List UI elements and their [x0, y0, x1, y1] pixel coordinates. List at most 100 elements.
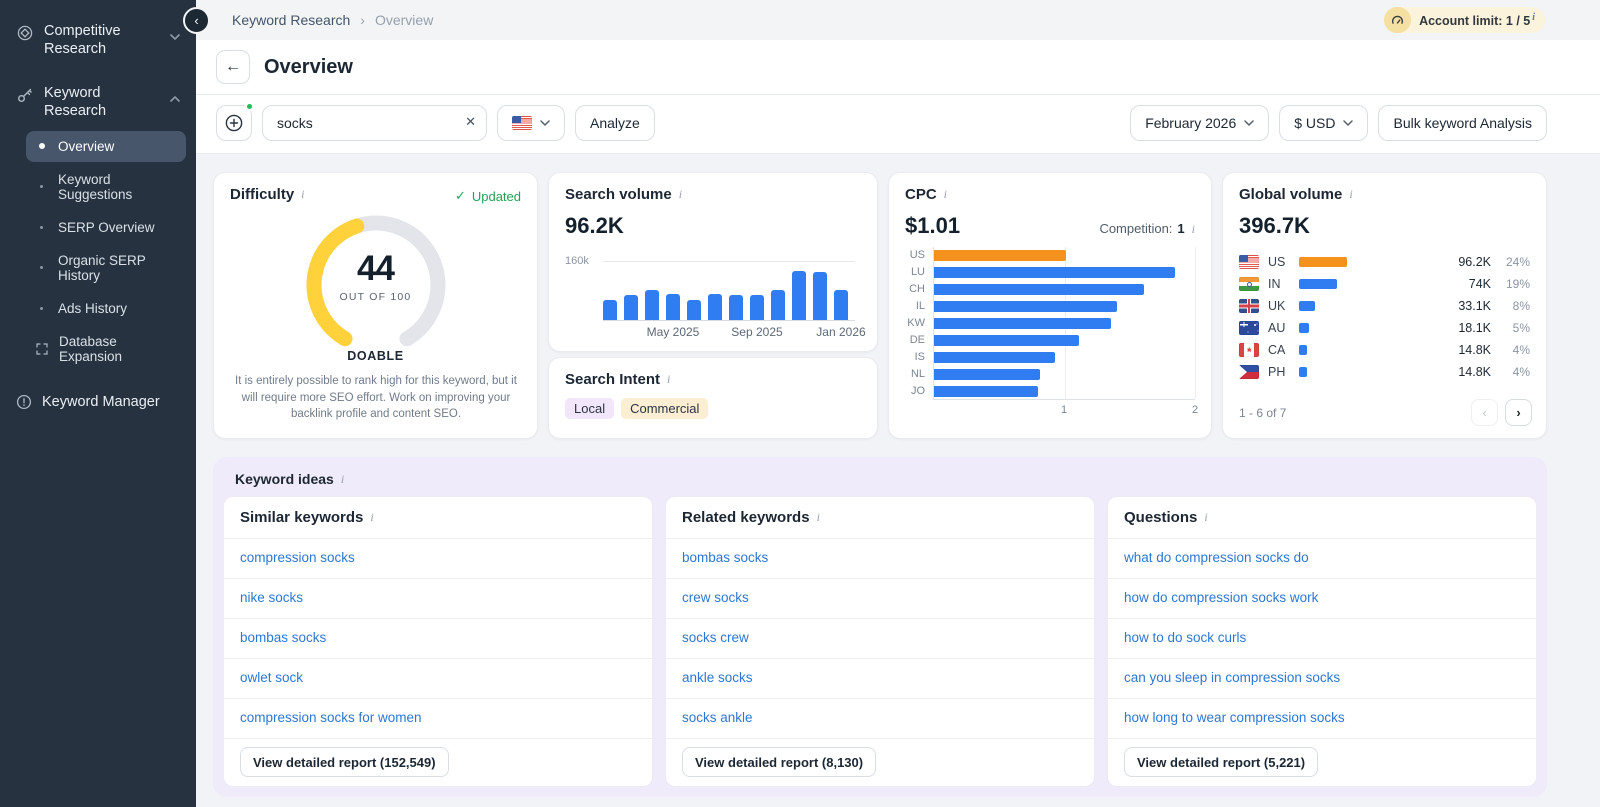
volume-bar — [750, 295, 764, 320]
cpc-title: CPC i — [905, 186, 948, 203]
info-icon[interactable]: i — [667, 372, 670, 387]
sidebar-item-competitive-research[interactable]: Competitive Research — [10, 14, 186, 66]
keyword-link[interactable]: how to do sock curls — [1124, 630, 1246, 645]
country-volume: 14.8K — [1458, 343, 1491, 357]
keyword-input[interactable] — [262, 105, 487, 141]
uk-flag-icon — [1239, 299, 1259, 313]
difficulty-outof: OUT OF 100 — [339, 291, 412, 303]
sidebar-item-label: Keyword Manager — [42, 393, 160, 410]
toolbar: ✕ Analyze February 2026 $ USD — [196, 95, 1600, 153]
keyword-link[interactable]: owlet sock — [240, 670, 303, 685]
volume-bar — [603, 300, 617, 320]
account-limit-text: Account limit: 1 / 5i — [1419, 11, 1535, 29]
view-report-button[interactable]: View detailed report (152,549) — [240, 747, 449, 777]
keyword-link[interactable]: how do compression socks work — [1124, 590, 1318, 605]
add-keyword-button[interactable] — [216, 102, 254, 141]
sidebar-item-overview[interactable]: Overview — [26, 130, 186, 162]
page-title: Overview — [264, 55, 353, 78]
app-window: Competitive Research Keyword Research Ov… — [0, 0, 1600, 807]
breadcrumb-parent[interactable]: Keyword Research — [232, 12, 350, 28]
country-code: AU — [1268, 321, 1286, 335]
ideas-column-title: Similar keywords i — [224, 497, 652, 539]
chevron-down-icon — [170, 27, 180, 45]
volume-share-bar — [1299, 279, 1337, 289]
country-code: IN — [1268, 277, 1281, 291]
country-volume: 33.1K — [1458, 299, 1491, 313]
ideas-column-title-text: Similar keywords — [240, 509, 364, 526]
keyword-link[interactable]: what do compression socks do — [1124, 550, 1309, 565]
cpc-bar — [934, 335, 1079, 346]
view-report-button[interactable]: View detailed report (5,221) — [1124, 747, 1319, 777]
cpc-bar — [934, 386, 1039, 397]
account-limit-badge[interactable]: Account limit: 1 / 5i — [1384, 7, 1545, 33]
sidebar-item-keyword-suggestions[interactable]: Keyword Suggestions — [26, 164, 186, 210]
country-volume: 14.8K — [1458, 365, 1491, 379]
sidebar-item-keyword-research[interactable]: Keyword Research — [10, 76, 186, 128]
bullet-icon — [38, 143, 45, 149]
sidebar-item-keyword-manager[interactable]: Keyword Manager — [10, 386, 186, 418]
info-icon[interactable]: i — [341, 472, 344, 487]
info-icon[interactable]: i — [817, 510, 820, 525]
expand-icon — [36, 342, 48, 355]
competition-label: Competition: 1 i — [1099, 221, 1195, 237]
sidebar-item-serp-overview[interactable]: SERP Overview — [26, 212, 186, 243]
info-icon[interactable]: i — [1204, 510, 1207, 525]
period-select[interactable]: February 2026 — [1130, 105, 1270, 141]
sidebar-item-database-expansion[interactable]: Database Expansion — [26, 326, 186, 372]
keyword-link[interactable]: compression socks — [240, 550, 355, 565]
info-icon[interactable]: i — [301, 187, 304, 202]
country-code: US — [1268, 255, 1286, 269]
pagination-next-button[interactable]: › — [1505, 399, 1532, 426]
keyword-link[interactable]: nike socks — [240, 590, 303, 605]
volume-bar — [771, 290, 785, 320]
keyword-link[interactable]: socks ankle — [682, 710, 753, 725]
sidebar-collapse-button[interactable]: ‹ — [183, 7, 210, 34]
keyword-ideas-card: Related keywords i bombas socks crew socks s… — [665, 496, 1095, 787]
info-icon[interactable]: i — [679, 187, 682, 202]
keyword-link[interactable]: ankle socks — [682, 670, 753, 685]
currency-select[interactable]: $ USD — [1279, 105, 1369, 141]
keyword-link[interactable]: socks crew — [682, 630, 749, 645]
clear-input-icon[interactable]: ✕ — [465, 115, 476, 128]
analyze-button[interactable]: Analyze — [575, 105, 655, 141]
volume-share-bar — [1299, 301, 1315, 311]
country-volume: 96.2K — [1458, 255, 1491, 269]
pagination-count: 1 - 6 of 7 — [1239, 405, 1287, 420]
search-volume-value: 96.2K — [565, 213, 624, 238]
keyword-ideas-card: Similar keywords i compression socks nike s… — [223, 496, 653, 787]
middle-column: Search volume i 96.2K 160k May 2025 Sep 20… — [548, 172, 878, 439]
global-volume-value: 396.7K — [1239, 213, 1310, 238]
keyword-link[interactable]: bombas socks — [240, 630, 326, 645]
keyword-link[interactable]: can you sleep in compression socks — [1124, 670, 1340, 685]
difficulty-gauge: 44 OUT OF 100 — [281, 205, 471, 355]
volume-bar — [666, 294, 680, 320]
country-volume-row: CA 14.8K 4% — [1239, 339, 1530, 361]
search-intent-card: Search Intent i Local Commercial — [548, 357, 878, 439]
keyword-link[interactable]: bombas socks — [682, 550, 768, 565]
bulk-analysis-button[interactable]: Bulk keyword Analysis — [1378, 105, 1547, 141]
info-icon[interactable]: i — [1349, 187, 1352, 202]
pagination-prev-button[interactable]: ‹ — [1471, 399, 1498, 426]
page-header-zone: ← Overview ✕ Ana — [196, 40, 1600, 154]
keyword-link[interactable]: compression socks for women — [240, 710, 422, 725]
search-volume-card: Search volume i 96.2K 160k May 2025 Sep 20… — [548, 172, 878, 352]
info-icon[interactable]: i — [370, 510, 373, 525]
sidebar-item-organic-serp-history[interactable]: Organic SERP History — [26, 245, 186, 291]
view-report-button[interactable]: View detailed report (8,130) — [682, 747, 877, 777]
country-volume-row: US 96.2K 24% — [1239, 251, 1530, 273]
country-percent: 24% — [1505, 255, 1530, 269]
info-icon[interactable]: i — [944, 187, 947, 202]
keyword-link[interactable]: how long to wear compression socks — [1124, 710, 1345, 725]
country-volume: 18.1K — [1458, 321, 1491, 335]
sidebar-item-ads-history[interactable]: Ads History — [26, 293, 186, 324]
info-icon[interactable]: i — [1192, 222, 1195, 237]
cpc-bar — [934, 369, 1040, 380]
back-button[interactable]: ← — [216, 50, 250, 84]
country-volume-row: IN 74K 19% — [1239, 273, 1530, 295]
ideas-column-title-text: Related keywords — [682, 509, 810, 526]
sidebar: Competitive Research Keyword Research Ov… — [0, 0, 196, 807]
country-select[interactable] — [497, 105, 565, 141]
sidebar-item-label: Keyword Research — [44, 85, 107, 120]
keyword-link[interactable]: crew socks — [682, 590, 749, 605]
cpc-bar — [934, 352, 1056, 363]
